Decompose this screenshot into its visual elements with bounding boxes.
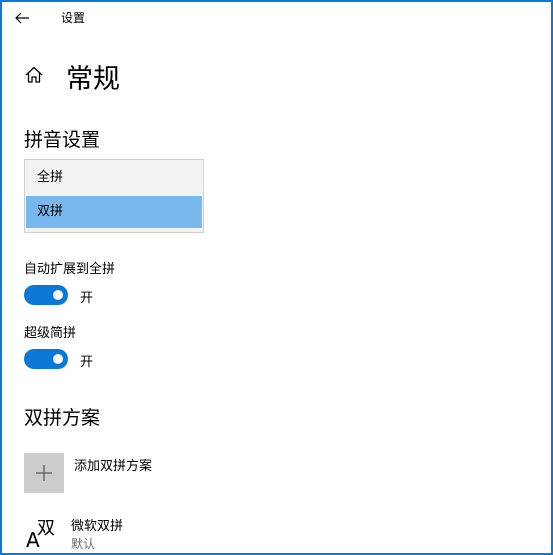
scheme-icon-letter: A	[26, 528, 40, 552]
add-scheme-button[interactable]	[24, 453, 64, 493]
back-arrow-icon	[15, 12, 29, 24]
section-title-scheme: 双拼方案	[24, 407, 101, 429]
back-button[interactable]	[12, 8, 34, 28]
auto-expand-label: 自动扩展到全拼	[24, 262, 116, 277]
toggle-knob	[53, 290, 63, 300]
scheme-icon: 双 A	[26, 514, 62, 552]
auto-expand-toggle[interactable]	[24, 285, 68, 305]
option-shuangpin[interactable]: 双拼	[26, 196, 202, 228]
scheme-default-badge: 默认	[71, 537, 96, 551]
home-icon	[24, 65, 44, 85]
section-title-pinyin: 拼音设置	[24, 129, 101, 151]
scheme-name[interactable]: 微软双拼	[71, 515, 123, 534]
pinyin-mode-list[interactable]: 全拼 双拼	[24, 159, 204, 233]
plus-icon	[36, 465, 52, 481]
add-scheme-label[interactable]: 添加双拼方案	[74, 455, 152, 474]
super-jianpin-label: 超级简拼	[24, 326, 77, 341]
settings-window: 设置 常规 拼音设置 全拼 双拼 自动扩展到全拼 开 超级简拼 开 双拼方案 添…	[0, 0, 553, 555]
auto-expand-state: 开	[80, 291, 94, 306]
option-quanpin[interactable]: 全拼	[26, 162, 202, 194]
super-jianpin-state: 开	[80, 355, 94, 370]
title-bar: 设置	[2, 2, 551, 34]
page-title: 常规	[66, 64, 120, 95]
super-jianpin-toggle[interactable]	[24, 349, 68, 369]
window-title: 设置	[61, 11, 86, 25]
toggle-knob	[53, 354, 63, 364]
